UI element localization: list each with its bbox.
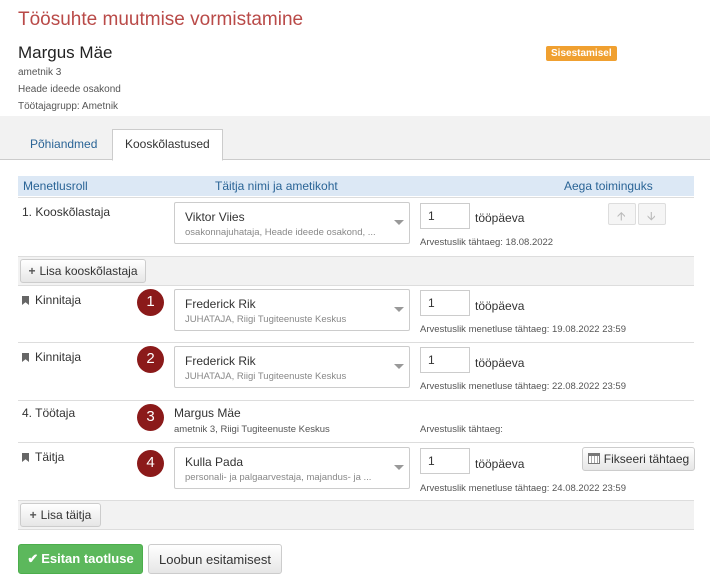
caret-down-icon [394,364,404,369]
executor-name: Kulla Pada [185,455,244,469]
person-name: Margus Mäe [18,43,113,62]
days-unit: tööpäeva [475,356,525,370]
person-department: Heade ideede osakond [18,84,121,95]
executor-detail: JUHATAJA, Riigi Tugiteenuste Keskus [185,371,347,382]
row-role: 1. Kooskõlastaja [22,205,111,219]
deadline-text: Arvestuslik menetluse tähtaeg: 24.08.202… [420,483,626,494]
approvals-panel: Menetlusroll Täitja nimi ja ametikoht Ae… [0,160,710,581]
executor-name: Frederick Rik [185,354,256,368]
bookmark-icon [22,296,29,305]
executor-detail: osakonnajuhataja, Heade ideede osakond, … [185,227,376,238]
days-unit: tööpäeva [475,299,525,313]
person-position: ametnik 3 [18,67,62,78]
executor-name: Frederick Rik [185,297,256,311]
cancel-button[interactable]: Loobun esitamisest [148,544,282,574]
step-number-badge: 1 [137,289,164,316]
add-executor-label: Lisa täitja [40,508,92,522]
days-input[interactable] [420,448,470,474]
col-name: Täitja nimi ja ametikoht [215,179,338,193]
page-header: Töösuhte muutmise vormistamine Margus Mä… [0,0,710,116]
executor-detail: personali- ja palgaarvestaja, majandus- … [185,472,372,483]
row-divider [18,342,694,343]
row-divider [18,400,694,401]
submit-label: Esitan taotluse [41,551,134,566]
days-input[interactable] [420,290,470,316]
add-approver-label: Lisa kooskõlastaja [39,264,138,278]
row-role: Kinnitaja [22,293,81,307]
step-number-badge: 4 [137,450,164,477]
bookmark-icon [22,453,29,462]
row-role: Kinnitaja [22,350,81,364]
add-approver-button[interactable]: + Lisa kooskõlastaja [20,259,146,283]
add-executor-button[interactable]: + Lisa täitja [20,503,101,527]
col-role: Menetlusroll [23,179,88,193]
caret-down-icon [394,465,404,470]
page-title: Töösuhte muutmise vormistamine [18,9,304,30]
row-role: 4. Töötaja [22,406,76,420]
executor-detail: JUHATAJA, Riigi Tugiteenuste Keskus [185,314,347,325]
step-number-badge: 3 [137,404,164,431]
arrow-up-icon: 🡩 [617,209,626,223]
step-number-badge: 2 [137,346,164,373]
deadline-text: Arvestuslik tähtaeg: 18.08.2022 [420,237,554,248]
move-down-button[interactable]: 🡫 [638,203,666,225]
days-input[interactable] [420,203,470,229]
executor-select[interactable]: Frederick Rik JUHATAJA, Riigi Tugiteenus… [174,289,410,331]
days-input[interactable] [420,347,470,373]
executor-name: Viktor Viies [185,210,245,224]
days-unit: tööpäeva [475,457,525,471]
status-badge: Sisestamisel [546,46,617,61]
person-group: Töötajagrupp: Ametnik [18,101,119,112]
add-executor-band [18,500,694,530]
row-divider [18,442,694,443]
col-time: Aega toiminguks [564,179,653,193]
row-role: Täitja [22,450,64,464]
employee-name: Margus Mäe [174,406,241,420]
executor-select[interactable]: Viktor Viies osakonnajuhataja, Heade ide… [174,202,410,244]
row-divider [18,197,694,198]
plus-icon: + [28,264,36,278]
table-header: Menetlusroll Täitja nimi ja ametikoht Ae… [18,176,694,196]
executor-select[interactable]: Kulla Pada personali- ja palgaarvestaja,… [174,447,410,489]
deadline-text: Arvestuslik menetluse tähtaeg: 19.08.202… [420,324,626,335]
caret-down-icon [394,220,404,225]
check-icon: ✔ [27,551,39,566]
tab-bar: Põhiandmed Kooskõlastused [0,116,710,161]
tab-basic-data[interactable]: Põhiandmed [18,130,109,160]
employee-detail: ametnik 3, Riigi Tugiteenuste Keskus [174,424,330,435]
submit-button[interactable]: ✔ Esitan taotluse [18,544,143,574]
tab-approvals[interactable]: Kooskõlastused [112,129,223,161]
caret-down-icon [394,307,404,312]
calendar-icon [587,453,600,464]
fix-deadline-label: Fikseeri tähtaeg [603,452,690,466]
deadline-text: Arvestuslik menetluse tähtaeg: 22.08.202… [420,381,626,392]
executor-select[interactable]: Frederick Rik JUHATAJA, Riigi Tugiteenus… [174,346,410,388]
days-unit: tööpäeva [475,211,525,225]
move-up-button[interactable]: 🡩 [608,203,636,225]
deadline-text: Arvestuslik tähtaeg: [420,424,503,435]
plus-icon: + [29,508,37,522]
bookmark-icon [22,353,29,362]
fix-deadline-button[interactable]: Fikseeri tähtaeg [582,447,695,471]
arrow-down-icon: 🡫 [647,209,656,223]
